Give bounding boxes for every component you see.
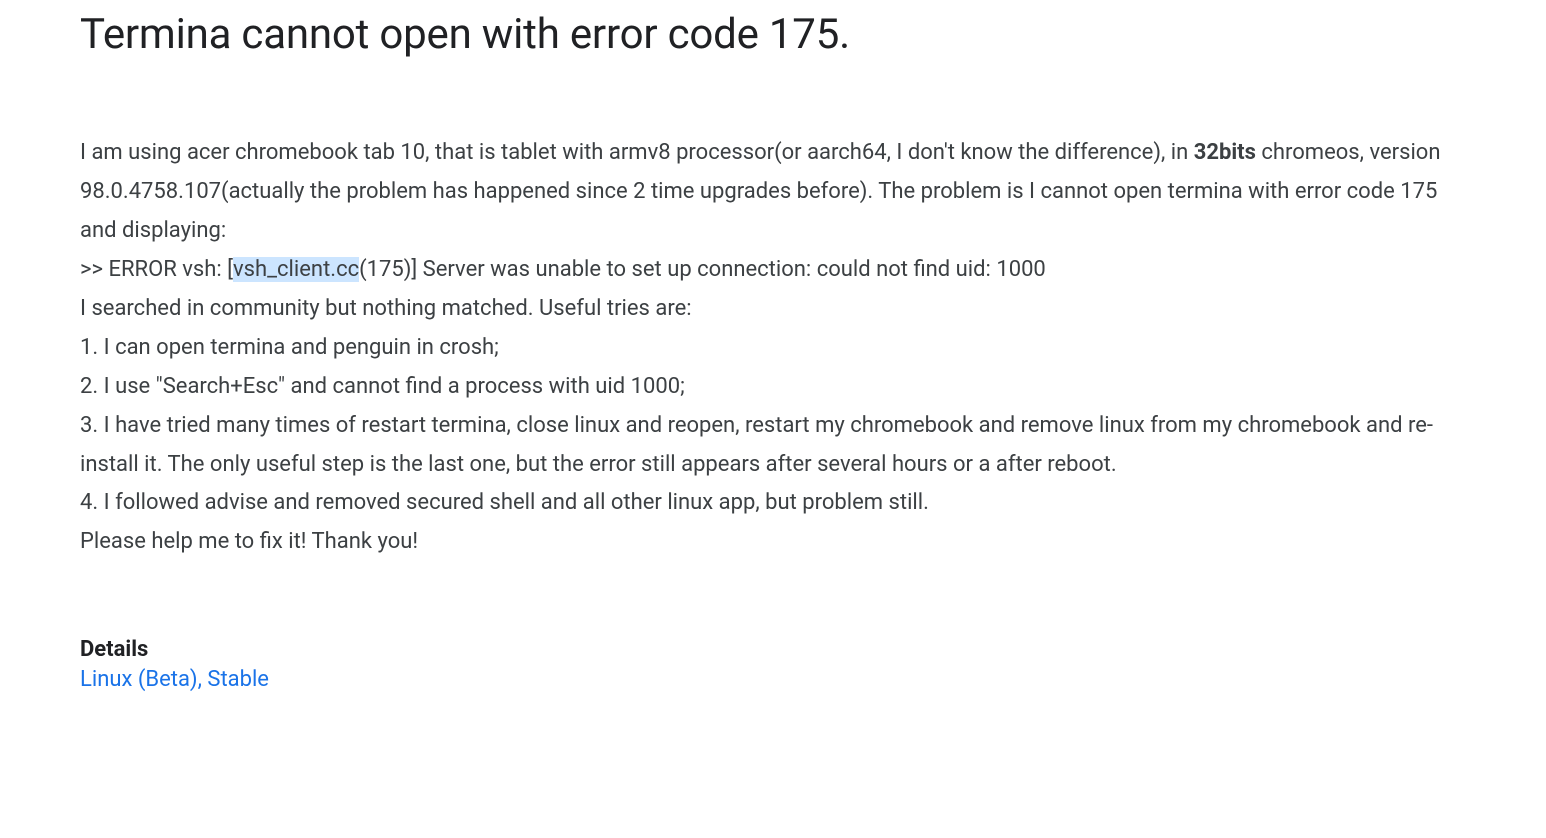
error-highlight: vsh_client.cc: [233, 257, 359, 282]
error-line: >> ERROR vsh: [vsh_client.cc(175)] Serve…: [80, 251, 1466, 290]
try-item-2: 2. I use "Search+Esc" and cannot find a …: [80, 368, 1466, 407]
try-item-1: 1. I can open termina and penguin in cro…: [80, 329, 1466, 368]
try-item-4: 4. I followed advise and removed secured…: [80, 484, 1466, 523]
details-separator: ,: [198, 667, 208, 692]
closing-line: Please help me to fix it! Thank you!: [80, 523, 1466, 562]
details-link-stable[interactable]: Stable: [207, 667, 269, 692]
details-link-linux-beta[interactable]: Linux (Beta): [80, 667, 198, 692]
post-body: I am using acer chromebook tab 10, that …: [80, 134, 1466, 562]
details-links: Linux (Beta), Stable: [80, 667, 1466, 692]
try-item-3: 3. I have tried many times of restart te…: [80, 407, 1466, 485]
para1-bold: 32bits: [1194, 140, 1256, 165]
paragraph-intro: I am using acer chromebook tab 10, that …: [80, 134, 1466, 251]
error-pre: >> ERROR vsh: [: [80, 257, 233, 282]
details-label: Details: [80, 637, 1466, 662]
tries-intro: I searched in community but nothing matc…: [80, 290, 1466, 329]
error-post: (175)] Server was unable to set up conne…: [359, 257, 1046, 282]
details-section: Details Linux (Beta), Stable: [80, 637, 1466, 692]
para1-pre: I am using acer chromebook tab 10, that …: [80, 140, 1194, 165]
post-title: Termina cannot open with error code 175.: [80, 10, 1466, 59]
